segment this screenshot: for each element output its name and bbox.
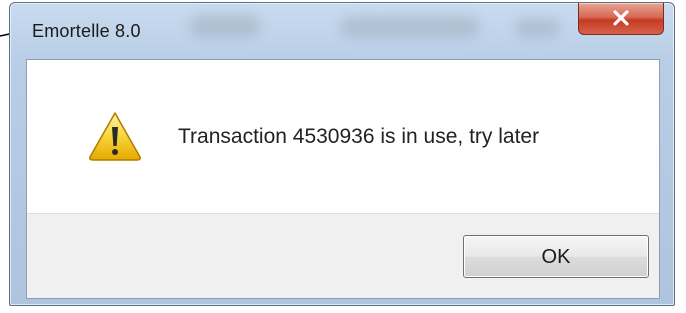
dialog-title: Emortelle 8.0 xyxy=(32,21,141,41)
close-button[interactable] xyxy=(578,3,664,35)
close-icon xyxy=(613,9,629,25)
glass-blur xyxy=(190,15,260,37)
warning-icon xyxy=(89,112,141,161)
message-text: Transaction 4530936 is in use, try later xyxy=(178,125,540,148)
message-area: Transaction 4530936 is in use, try later xyxy=(27,60,659,213)
screen: Emortelle 8.0 Transaction 4530936 is in … xyxy=(0,0,686,313)
button-bar: OK xyxy=(27,213,659,298)
ok-button[interactable]: OK xyxy=(463,235,649,278)
dialog-body: Transaction 4530936 is in use, try later… xyxy=(26,59,660,299)
message-dialog: Emortelle 8.0 Transaction 4530936 is in … xyxy=(9,2,675,306)
glass-blur xyxy=(515,19,560,37)
glass-blur xyxy=(340,17,480,37)
